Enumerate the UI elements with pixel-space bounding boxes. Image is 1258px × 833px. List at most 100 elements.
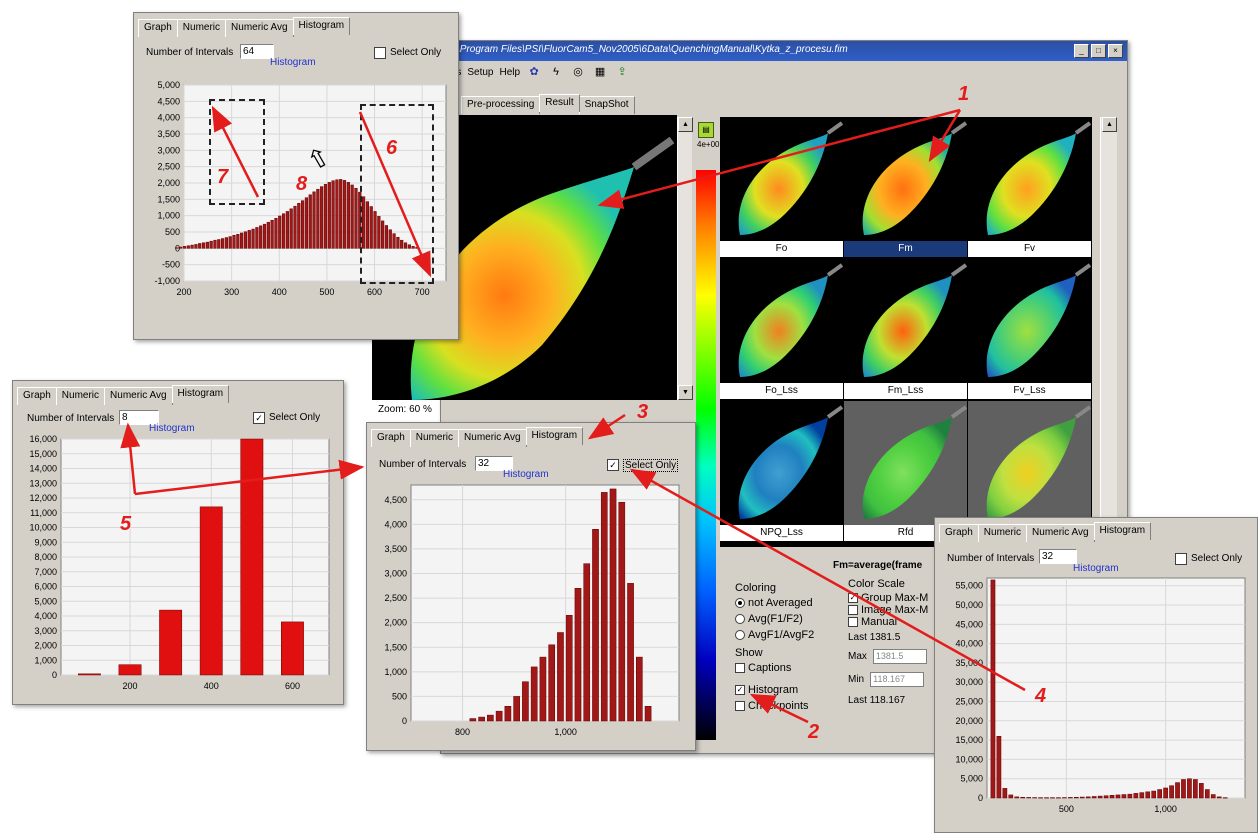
panel-tabs: Graph Numeric Numeric Avg Histogram [138,17,351,37]
checkbox-icon[interactable] [848,605,858,616]
coloring-option-avg-f1f2[interactable]: Avg(F1/F2) [735,613,814,625]
select-only-checkbox[interactable] [1175,553,1187,565]
max-field[interactable]: 1381.5 [872,649,927,664]
leaf-image-scrollbar[interactable]: ▲ ▼ [677,117,693,400]
histogram-bar [339,179,343,249]
y-tick-label: 6,000 [34,582,57,592]
tab-histogram[interactable]: Histogram [171,385,230,403]
thumbnail-fo-lss[interactable] [720,259,843,383]
tab-numeric[interactable]: Numeric [977,524,1028,542]
menu-help[interactable]: Help [500,67,521,78]
thumbnail-fv-lss[interactable] [968,259,1091,383]
tab-numeric-avg[interactable]: Numeric Avg [1026,524,1095,542]
checkbox-checked-icon[interactable]: ✓ [735,685,745,696]
checkbox-icon[interactable] [735,663,745,674]
tab-graph[interactable]: Graph [138,19,178,37]
coloring-option-not-averaged[interactable]: not Averaged [735,597,814,609]
histogram-link[interactable]: Histogram [270,57,316,68]
minimize-button[interactable]: _ [1074,44,1089,58]
thumbnail-fo[interactable] [720,117,843,241]
checkbox-checked-icon[interactable]: ✓ [848,593,858,604]
maximize-button[interactable]: □ [1091,44,1106,58]
show-captions[interactable]: Captions [735,662,814,674]
radio-icon[interactable] [735,630,745,641]
tab-numeric-avg[interactable]: Numeric Avg [225,19,294,37]
histogram-bar [194,244,198,249]
tab-graph[interactable]: Graph [371,429,411,447]
lightning-icon[interactable]: ϟ [548,64,564,80]
histogram-chart-center: 4,500 4,000 3,500 3,000 2,500 2,000 1,500 1,000… [384,484,680,737]
thumbnail-fm[interactable] [844,117,967,241]
radio-icon[interactable] [735,614,745,625]
checkbox-icon[interactable] [735,701,745,712]
histogram-bar [1127,793,1133,799]
intervals-field[interactable]: 64 [240,44,274,59]
tab-numeric[interactable]: Numeric [409,429,460,447]
tab-numeric[interactable]: Numeric [176,19,227,37]
histogram-bar [1199,783,1204,799]
flower-icon[interactable]: ✿ [526,64,542,80]
globe-icon[interactable]: ◎ [570,64,586,80]
tab-numeric[interactable]: Numeric [55,387,106,405]
histogram-bar [342,180,347,249]
histogram-link[interactable]: Histogram [149,423,195,434]
export-icon[interactable]: ⇪ [614,64,630,80]
thumbnail-rfd[interactable] [844,401,967,525]
tab-graph[interactable]: Graph [17,387,57,405]
histogram-bar [565,615,573,722]
select-only-checkbox[interactable] [374,47,386,59]
thumbnail-fv[interactable] [968,117,1091,241]
min-field[interactable]: 118.167 [870,672,925,687]
tab-histogram[interactable]: Histogram [292,17,351,35]
thumbnail-fm-lss[interactable] [844,259,967,383]
close-button[interactable]: × [1108,44,1123,58]
tab-pre-processing[interactable]: Pre-processing [461,96,541,114]
tab-graph[interactable]: Graph [939,524,979,542]
menu-setup[interactable]: Setup [467,67,493,78]
checkbox-icon[interactable] [848,617,858,628]
tab-result[interactable]: Result [539,94,580,112]
scroll-down-button[interactable]: ▼ [678,385,693,400]
grid-icon[interactable]: ▦ [592,64,608,80]
coloring-heading: Coloring [735,582,776,594]
tab-numeric-avg[interactable]: Numeric Avg [104,387,173,405]
y-tick-label: 9,000 [34,537,57,547]
thumbnail-leaf-svg [968,117,1091,241]
select-only-checkbox[interactable]: ✓ [607,459,619,471]
scroll-up-button[interactable]: ▲ [678,117,693,132]
show-checkpoints[interactable]: Checkpoints [735,700,814,712]
color-scale-image-max[interactable]: Image Max-M [848,604,933,616]
colorbar-toggle-icon[interactable]: ▤ [698,122,714,138]
y-tick-label: 13,000 [29,478,57,488]
thumb-scroll-up-button[interactable]: ▲ [1102,117,1117,132]
histogram-link[interactable]: Histogram [1073,563,1119,574]
radio-icon[interactable] [735,598,745,609]
x-tick-label: 500 [319,287,334,297]
thumbnail-empty[interactable] [968,401,1091,525]
tab-histogram[interactable]: Histogram [1093,522,1152,540]
intervals-label: Number of Intervals [379,459,467,470]
y-tick-label: 11,000 [30,508,57,518]
histogram-bar [990,579,996,799]
histogram-link[interactable]: Histogram [503,469,549,480]
intervals-field[interactable]: 32 [1039,549,1077,564]
histogram-bar [327,182,331,249]
thumbnail-caption: Fv [968,241,1091,257]
thumbnail-scrollbar[interactable]: ▲ [1100,117,1117,547]
tab-snapshot[interactable]: SnapShot [578,96,635,114]
thumbnail-npq-lss[interactable] [720,401,843,525]
tab-histogram[interactable]: Histogram [525,427,584,445]
histogram-bar [574,588,582,722]
color-scale-group-max[interactable]: ✓ Group Max-M [848,592,933,604]
tab-numeric-avg[interactable]: Numeric Avg [458,429,527,447]
histogram-bar [1068,797,1073,799]
color-scale-manual[interactable]: Manual [848,616,933,628]
show-histogram[interactable]: ✓ Histogram [735,684,814,696]
histogram-bar [198,243,202,249]
histogram-bar [1216,796,1222,799]
histogram-panel-mid-left: Graph Numeric Numeric Avg Histogram Numb… [12,380,344,705]
x-tick-label: 600 [367,287,382,297]
coloring-option-avgf1-avgf2[interactable]: AvgF1/AvgF2 [735,629,814,641]
plot-area [986,577,1246,799]
select-only-checkbox[interactable]: ✓ [253,412,265,424]
